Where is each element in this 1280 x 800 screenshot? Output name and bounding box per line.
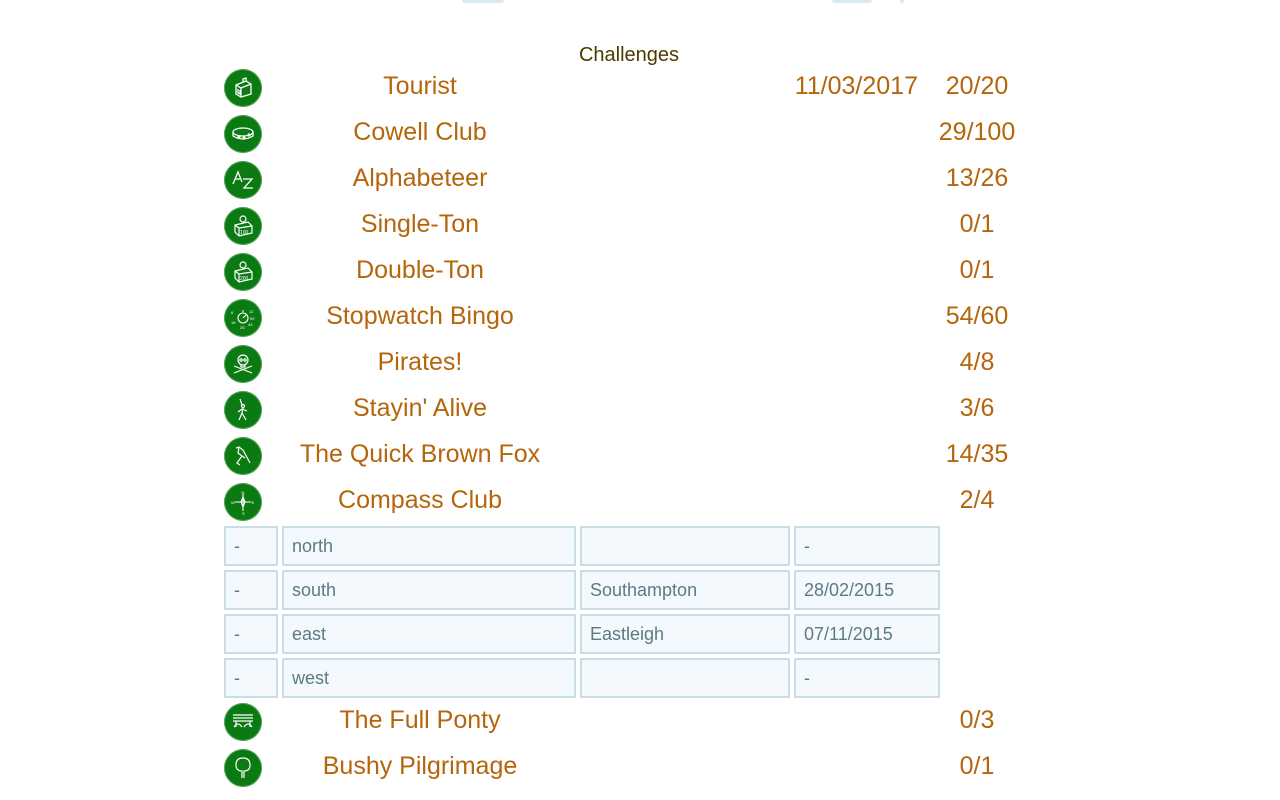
svg-text:100: 100 <box>240 230 249 236</box>
svg-text:E: E <box>252 500 255 505</box>
challenge-name[interactable]: Compass Club <box>280 486 560 515</box>
detail-row: - east Eastleigh 07/11/2015 <box>224 614 940 654</box>
challenge-row[interactable]: Cowell Club 29/100 <box>224 112 1024 158</box>
challenge-row[interactable]: Bushy Pilgrimage 0/1 <box>224 746 1024 792</box>
detail-date: 28/02/2015 <box>794 570 940 610</box>
detail-direction: east <box>282 614 576 654</box>
weight-100-icon: 100 <box>224 207 262 245</box>
svg-text:59: 59 <box>250 316 255 321</box>
challenge-count: 4/8 <box>959 348 995 376</box>
challenge-name[interactable]: Stopwatch Bingo <box>280 302 560 331</box>
detail-date: - <box>794 658 940 698</box>
detail-date: - <box>794 526 940 566</box>
challenges-list: Tourist 11/03/2017 20/20 Cowell Club 29/… <box>224 66 1024 792</box>
challenge-row[interactable]: N W E S Compass Club 2/4 <box>224 480 1024 526</box>
detail-event[interactable]: Eastleigh <box>580 614 790 654</box>
challenge-row[interactable]: Alphabeteer 13/26 <box>224 158 1024 204</box>
challenge-count: 0/3 <box>959 706 995 734</box>
challenge-row[interactable]: Tourist 11/03/2017 20/20 <box>224 66 1024 112</box>
challenge-name[interactable]: Pirates! <box>280 348 560 377</box>
challenge-name[interactable]: Bushy Pilgrimage <box>280 752 560 781</box>
svg-text:16: 16 <box>231 320 236 325</box>
tree-icon <box>224 749 262 787</box>
challenge-count: 14/35 <box>945 440 1009 468</box>
detail-direction: north <box>282 526 576 566</box>
challenge-count: 13/26 <box>945 164 1009 192</box>
svg-text:6: 6 <box>231 310 234 315</box>
weight-200-icon: 200 <box>224 253 262 291</box>
detail-row: - west - <box>224 658 940 698</box>
svg-text:12: 12 <box>249 309 254 314</box>
tourist-suitcase-icon <box>224 69 262 107</box>
svg-text:25: 25 <box>240 325 245 330</box>
challenge-name[interactable]: The Quick Brown Fox <box>280 440 560 469</box>
challenge-count: 0/1 <box>959 752 995 780</box>
detail-status: - <box>224 526 278 566</box>
challenge-name[interactable]: Double-Ton <box>280 256 560 285</box>
section-title: Challenges <box>578 44 680 66</box>
detail-status: - <box>224 570 278 610</box>
challenge-date: 11/03/2017 <box>794 72 918 100</box>
challenge-name[interactable]: Single-Ton <box>280 210 560 239</box>
detail-direction: south <box>282 570 576 610</box>
stopwatch-icon: 6 12 59 16 25 43 <box>224 299 262 337</box>
challenge-row[interactable]: 200 Double-Ton 0/1 <box>224 250 1024 296</box>
detail-status: - <box>224 658 278 698</box>
detail-row: - south Southampton 28/02/2015 <box>224 570 940 610</box>
dancer-icon <box>224 391 262 429</box>
svg-text:S: S <box>242 511 245 515</box>
svg-text:W: W <box>231 500 235 505</box>
detail-event[interactable]: Southampton <box>580 570 790 610</box>
bridge-icon <box>224 703 262 741</box>
svg-text:N: N <box>242 490 245 495</box>
alphabet-az-icon <box>224 161 262 199</box>
challenge-name[interactable]: The Full Ponty <box>280 706 560 735</box>
svg-text:43: 43 <box>248 322 253 327</box>
challenge-row[interactable]: 100 Single-Ton 0/1 <box>224 204 1024 250</box>
challenge-row[interactable]: Pirates! 4/8 <box>224 342 1024 388</box>
challenge-row[interactable]: The Full Ponty 0/3 <box>224 700 1024 746</box>
challenge-count: 3/6 <box>959 394 995 422</box>
challenge-row[interactable]: 6 12 59 16 25 43 Stopwatch Bingo 54/60 <box>224 296 1024 342</box>
detail-event[interactable] <box>580 658 790 698</box>
challenge-name[interactable]: Stayin' Alive <box>280 394 560 423</box>
challenge-count: 20/20 <box>945 72 1009 100</box>
challenge-name[interactable]: Alphabeteer <box>280 164 560 193</box>
cowell-club-icon <box>224 115 262 153</box>
challenge-name[interactable]: Tourist <box>280 72 560 101</box>
skull-crossbones-icon <box>224 345 262 383</box>
svg-text:200: 200 <box>240 276 249 282</box>
detail-direction: west <box>282 658 576 698</box>
challenge-count: 0/1 <box>959 210 995 238</box>
cut-off-header-residue <box>0 0 1280 4</box>
challenge-row[interactable]: The Quick Brown Fox 14/35 <box>224 434 1024 480</box>
fox-icon <box>224 437 262 475</box>
detail-date: 07/11/2015 <box>794 614 940 654</box>
challenge-count: 0/1 <box>959 256 995 284</box>
challenge-count: 29/100 <box>938 118 1016 146</box>
detail-event[interactable] <box>580 526 790 566</box>
challenge-count: 54/60 <box>945 302 1009 330</box>
challenge-count: 2/4 <box>959 486 995 514</box>
detail-row: - north - <box>224 526 940 566</box>
compass-club-details-table: - north - - south Southampton 28/02/2015… <box>220 522 944 702</box>
challenge-name[interactable]: Cowell Club <box>280 118 560 147</box>
detail-status: - <box>224 614 278 654</box>
compass-icon: N W E S <box>224 483 262 521</box>
challenge-row[interactable]: Stayin' Alive 3/6 <box>224 388 1024 434</box>
